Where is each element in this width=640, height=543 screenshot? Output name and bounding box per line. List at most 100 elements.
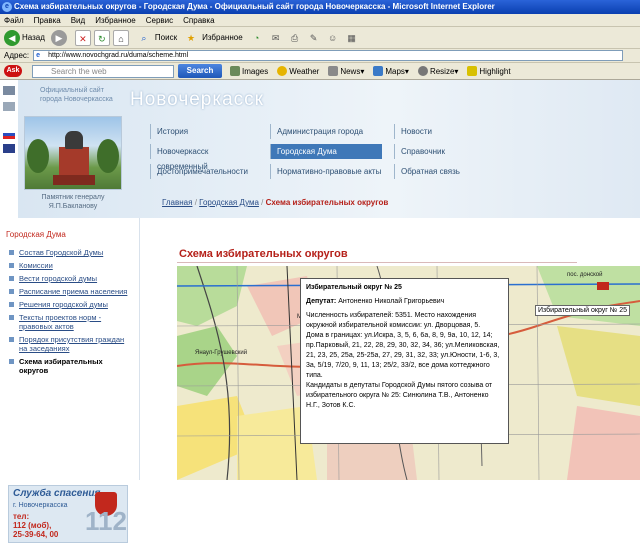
tree-right — [97, 139, 119, 173]
sidebar-item-composition[interactable]: Состав Городской Думы — [8, 248, 133, 257]
ask-logo-icon[interactable]: Ask — [4, 65, 22, 77]
english-flag-icon[interactable] — [3, 144, 15, 153]
highlight-label: Highlight — [479, 66, 511, 76]
menu-file[interactable]: Файл — [4, 16, 24, 25]
web-page: Официальный сайт города Новочеркасска Но… — [0, 80, 640, 543]
pedestal-base — [53, 175, 95, 185]
nav-city-duma[interactable]: Городская Дума — [270, 144, 382, 159]
home-icon[interactable]: ⌂ — [112, 29, 129, 46]
nav-directory[interactable]: Справочник — [394, 144, 474, 159]
search-label: Поиск — [154, 33, 178, 42]
rescue-phones: тел: 112 (моб), 25-39-64, 00 — [13, 512, 58, 539]
address-input[interactable]: http://www.novochgrad.ru/duma/scheme.htm… — [33, 50, 624, 61]
tree-left — [27, 139, 49, 173]
messenger-icon[interactable]: ☺ — [325, 30, 341, 46]
address-bar: Адрес: http://www.novochgrad.ru/duma/sch… — [0, 49, 640, 63]
print-icon[interactable]: ⎙ — [287, 30, 303, 46]
weather-label: Weather — [289, 66, 320, 76]
rescue-number-badge: 112 — [85, 506, 127, 536]
nav-feedback[interactable]: Обратная связь — [394, 164, 474, 179]
rescue-service-banner[interactable]: Служба спасения г. Новочеркасска тел: 11… — [8, 485, 128, 543]
web-search-button[interactable]: Search — [178, 64, 222, 78]
images-icon — [230, 66, 240, 76]
rescue-city: г. Новочеркасска — [13, 502, 68, 509]
news-label: News — [340, 66, 361, 76]
maps-label: Maps — [385, 66, 405, 76]
sidebar-item-decisions[interactable]: Решения городской думы — [8, 300, 133, 309]
web-search-input[interactable]: Search the web — [32, 64, 174, 78]
maps-button[interactable]: Maps ▾ — [373, 66, 409, 76]
search-icon: ⌕ — [141, 32, 147, 43]
menu-tools[interactable]: Сервис — [146, 16, 173, 25]
sidebar-item-district-scheme: Схема избирательных округов — [8, 357, 133, 375]
breadcrumb-separator: / — [261, 198, 264, 207]
resize-button[interactable]: Resize ▾ — [417, 66, 458, 76]
breadcrumb-separator: / — [194, 198, 197, 207]
mail-icon[interactable]: ✉ — [268, 30, 284, 46]
browser-toolbar: ◀ Назад ▶ ✕ ↻ ⌂ ⌕ Поиск ★ Избранное ◔ ✉ … — [0, 27, 640, 49]
ask-search-toolbar: Ask Search the web Search Images Weather… — [0, 63, 640, 80]
sidebar: Городская Дума Состав Городской Думы Ком… — [0, 218, 140, 543]
weather-icon — [277, 66, 288, 76]
star-icon: ★ — [187, 32, 196, 43]
news-button[interactable]: News ▾ — [328, 66, 364, 76]
rescue-title: Служба спасения — [13, 488, 101, 499]
district-map-label[interactable]: Избирательный округ № 25 — [535, 305, 630, 316]
nav-modern-city[interactable]: Новочеркасск современный — [150, 144, 258, 171]
email-icon[interactable] — [3, 102, 15, 111]
sidebar-item-duma-news[interactable]: Вести городской думы — [8, 274, 133, 283]
tooltip-bounds: Дома в границах: ул.Искра, 3, 5, 6, 6а, … — [306, 332, 500, 379]
monument-photo — [24, 116, 122, 190]
back-arrow-icon: ◀ — [4, 29, 20, 46]
tooltip-deputy-label: Депутат: — [306, 298, 337, 305]
page-title: Схема избирательных округов — [179, 248, 348, 260]
site-subtitle: Официальный сайт города Новочеркасска — [40, 87, 113, 103]
sidebar-item-draft-acts[interactable]: Тексты проектов норм - правовых актов — [8, 313, 133, 331]
menu-favorites[interactable]: Избранное — [95, 16, 136, 25]
stop-icon[interactable]: ✕ — [74, 29, 91, 46]
resize-label: Resize — [429, 66, 455, 76]
nav-history[interactable]: История — [150, 124, 258, 139]
menu-help[interactable]: Справка — [183, 16, 214, 25]
ie-logo-icon: e — [2, 2, 12, 12]
window-titlebar: e Схема избирательных округов - Городска… — [0, 0, 640, 14]
favorites-button[interactable]: ★ Избранное — [183, 30, 243, 46]
nav-administration[interactable]: Администрация города — [270, 124, 382, 139]
tooltip-district: Избирательный округ № 25 — [306, 284, 402, 291]
breadcrumb-duma[interactable]: Городская Дума — [199, 198, 259, 207]
breadcrumb-home[interactable]: Главная — [162, 198, 192, 207]
map-place-label: пос. донской — [567, 271, 602, 278]
menu-view[interactable]: Вид — [71, 16, 85, 25]
address-label: Адрес: — [4, 51, 30, 60]
menu-bar: Файл Правка Вид Избранное Сервис Справка — [0, 14, 640, 27]
map-place-label: Янаул-Грушевский — [195, 349, 247, 356]
rescue-phone-landline: 25-39-64, 00 — [13, 530, 59, 539]
refresh-icon[interactable]: ↻ — [93, 29, 110, 46]
sidebar-item-commissions[interactable]: Комиссии — [8, 261, 133, 270]
sidebar-item-attendance[interactable]: Порядок присутствия граждан на заседания… — [8, 335, 133, 353]
tooltip-deputy: Антоненко Николай Григорьевич — [338, 298, 445, 305]
weather-button[interactable]: Weather — [277, 66, 319, 76]
search-button[interactable]: ⌕ Поиск — [136, 30, 177, 46]
forward-button[interactable]: ▶ — [50, 29, 69, 46]
menu-edit[interactable]: Правка — [34, 16, 61, 25]
photo-caption: Памятник генералу Я.П.Бакланову — [41, 194, 105, 210]
breadcrumb-current: Схема избирательных округов — [265, 198, 389, 207]
nav-news[interactable]: Новости — [394, 124, 474, 139]
language-strip — [0, 80, 18, 218]
images-button[interactable]: Images — [230, 66, 268, 76]
edit-icon[interactable]: ✎ — [306, 30, 322, 46]
highlight-button[interactable]: Highlight — [467, 66, 511, 76]
highlight-icon — [467, 66, 478, 76]
sidebar-item-reception[interactable]: Расписание приема населения — [8, 287, 133, 296]
district-tooltip: Избирательный округ № 25 Депутат: Антоне… — [300, 278, 509, 444]
home-page-icon[interactable] — [3, 86, 15, 95]
nav-legal-acts[interactable]: Нормативно-правовые акты — [270, 164, 382, 179]
sidebar-title: Городская Дума — [6, 230, 66, 239]
nav-sights[interactable]: Достопримечательности — [150, 164, 258, 179]
back-button[interactable]: ◀ Назад — [4, 29, 45, 46]
news-icon — [328, 66, 339, 76]
research-icon[interactable]: ▦ — [344, 30, 360, 46]
russian-flag-icon[interactable] — [3, 130, 15, 139]
history-icon[interactable]: ◔ — [249, 30, 265, 46]
